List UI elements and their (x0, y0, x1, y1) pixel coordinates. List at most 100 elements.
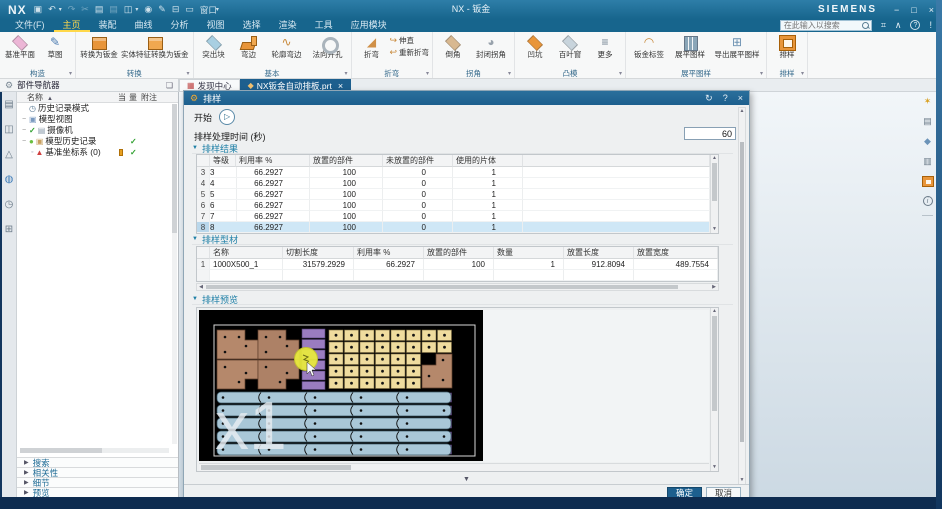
column-header[interactable]: 未放置的部件 (383, 155, 453, 167)
tree-item-datum-csys[interactable]: ◦ ▲ 基准坐标系 (0) ✓ (17, 147, 178, 158)
group-label-punch[interactable]: 凸模▾ (518, 68, 622, 78)
roles-icon[interactable]: ⊞ (5, 225, 13, 235)
collapse-icon[interactable]: − (21, 125, 27, 136)
assembly-navigator-icon[interactable]: ▤ (4, 100, 13, 110)
section-preview[interactable]: ▼ 排样预览 (192, 294, 733, 305)
cut-icon[interactable]: ✂ (81, 0, 89, 19)
dialog-close-icon[interactable]: × (738, 93, 743, 104)
solid-to-sheet-metal-button[interactable]: 实体特征转换为钣金 (120, 33, 190, 59)
processing-time-input[interactable] (684, 127, 736, 140)
history-palette-icon[interactable]: ◷ (5, 200, 14, 210)
undock-panel-icon[interactable]: ❏ (166, 81, 173, 90)
tab-button[interactable]: 突出块 (197, 33, 231, 59)
section-stock[interactable]: ▼ 排样型材 (192, 234, 733, 245)
dialog-reset-icon[interactable]: ↻ (705, 93, 713, 104)
export-flat-pattern-button[interactable]: ⊞导出展平图样 (711, 33, 763, 59)
scrollbar-thumb[interactable] (20, 448, 102, 453)
convert-to-sheet-metal-button[interactable]: 转换为钣金 (79, 33, 119, 59)
column-header[interactable]: 放置宽度 (634, 247, 718, 259)
scrollbar-thumb[interactable] (206, 285, 678, 289)
bend-button[interactable]: ◢折弯 (355, 33, 389, 59)
menu-tab-tools[interactable]: 工具 (306, 19, 342, 32)
results-table-scrollbar[interactable]: ▲ ▼ (710, 155, 718, 233)
dialog-titlebar[interactable]: ⚙ 排样 ↻ ? × (184, 91, 749, 105)
scroll-up-icon[interactable]: ▲ (739, 108, 745, 115)
dialog-vertical-scrollbar[interactable]: ▲ ▼ (738, 107, 746, 485)
navigator-section-preview[interactable]: ▶预览 (17, 487, 178, 497)
undo-icon[interactable]: ↶ (48, 0, 56, 19)
help-icon[interactable]: ? (910, 20, 920, 30)
menu-tab-render[interactable]: 渲染 (270, 19, 306, 32)
dialog-help-icon[interactable]: ? (723, 93, 728, 104)
tree-item-model-history[interactable]: − ● ▣ 模型历史记录 ✓ (17, 136, 178, 147)
sheet-metal-tag-button[interactable]: ◠钣金标签 (629, 33, 669, 59)
column-header[interactable]: 等级 (210, 155, 236, 167)
normal-cutout-button[interactable]: 法向开孔 (308, 33, 348, 59)
part-navigator-icon[interactable]: △ (5, 150, 13, 160)
louver-button[interactable]: 百叶窗 (553, 33, 587, 59)
column-header[interactable]: 放置长度 (564, 247, 634, 259)
minimize-ribbon-icon[interactable]: ∧ (895, 20, 902, 31)
web-browser-icon[interactable]: ◍ (5, 175, 14, 185)
chamfer-button[interactable]: 倒角 (436, 33, 470, 59)
flange-button[interactable]: 弯边 (232, 33, 266, 59)
column-header[interactable]: 切割长度 (283, 247, 354, 259)
group-label-nesting[interactable]: 排样▾ (770, 68, 804, 78)
search-icon[interactable] (862, 22, 869, 29)
tree-item-history-mode[interactable]: ◷ 历史记录模式 (17, 103, 178, 114)
scrollbar-thumb[interactable] (740, 142, 744, 442)
info-icon[interactable]: i (923, 196, 933, 206)
column-header[interactable]: 使用的片体 (453, 155, 523, 167)
group-label-flat-pattern[interactable]: 展平图样▾ (629, 68, 763, 78)
command-search-input[interactable] (780, 20, 872, 31)
datum-plane-button[interactable]: 基准平面 (3, 33, 37, 59)
minimize-button[interactable]: − (894, 5, 899, 15)
column-header[interactable]: 数量 (494, 247, 564, 259)
column-c1[interactable]: 当 (118, 92, 126, 103)
display-mode-icon[interactable]: ◫ (124, 0, 133, 19)
navigator-horizontal-scrollbar[interactable] (20, 448, 169, 453)
preview-horizontal-scrollbar[interactable] (199, 463, 709, 471)
scroll-right-icon[interactable]: ▶ (710, 284, 718, 290)
start-nesting-button[interactable]: ▷ (219, 109, 235, 125)
menu-tab-file[interactable]: 文件(F) (6, 19, 54, 32)
group-label-corner[interactable]: 拐角▾ (436, 68, 511, 78)
column-header[interactable]: 放置的部件 (310, 155, 383, 167)
scroll-up-icon[interactable]: ▲ (711, 308, 718, 315)
fullscreen-icon[interactable]: ⌗ (881, 20, 886, 31)
close-button[interactable]: × (929, 5, 934, 15)
copy-icon[interactable]: ▤ (95, 0, 104, 19)
tree-item-cameras[interactable]: − ✓ ▤ 摄像机 (17, 125, 178, 136)
gear-icon[interactable]: ⚙ (5, 79, 13, 92)
navigator-vertical-scrollbar[interactable] (172, 104, 177, 444)
tree-item-model-views[interactable]: − ▣ 模型视图 (17, 114, 178, 125)
dimple-button[interactable]: 凹坑 (518, 33, 552, 59)
constraint-navigator-icon[interactable]: ◫ (4, 125, 13, 135)
scroll-down-icon[interactable]: ▼ (711, 226, 718, 233)
sketch-button[interactable]: ✎草图 (38, 33, 72, 59)
menu-tab-analysis[interactable]: 分析 (162, 19, 198, 32)
unbend-button[interactable]: ↪伸直 (390, 35, 430, 46)
undo-dropdown-icon[interactable]: ▾ (59, 6, 62, 13)
rebend-button[interactable]: ↩重新折弯 (390, 47, 430, 58)
navigator-section-search[interactable]: ▶搜索 (17, 457, 178, 467)
collapse-icon[interactable]: − (21, 136, 27, 147)
stock-table-horizontal-scrollbar[interactable]: ◀ ▶ (196, 283, 719, 291)
preview-vertical-scrollbar[interactable]: ▲ ▼ (710, 308, 718, 471)
navigator-section-details[interactable]: ▶细节 (17, 477, 178, 487)
group-label-bend[interactable]: 折弯▾ (355, 68, 430, 78)
menu-tab-curve[interactable]: 曲线 (126, 19, 162, 32)
more-button[interactable]: ≡更多 (588, 33, 622, 59)
section-results[interactable]: ▼ 排样结果 (192, 143, 733, 154)
alert-icon[interactable]: ! (929, 20, 932, 31)
paste-icon[interactable]: ▤ (109, 0, 118, 19)
menu-tab-assembly[interactable]: 装配 (90, 19, 126, 32)
column-header[interactable]: 名称 (210, 247, 283, 259)
preview-canvas[interactable]: x1 (199, 310, 483, 461)
group-label-convert[interactable]: 转换▾ (79, 68, 190, 78)
dialog-collapse-icon[interactable]: ▼ (463, 476, 470, 483)
microphone-icon[interactable]: ◉ (144, 0, 152, 19)
column-name[interactable]: 名称 (27, 93, 43, 102)
scroll-down-icon[interactable]: ▼ (711, 464, 718, 471)
window-menu[interactable]: 窗口▾ (200, 4, 219, 16)
